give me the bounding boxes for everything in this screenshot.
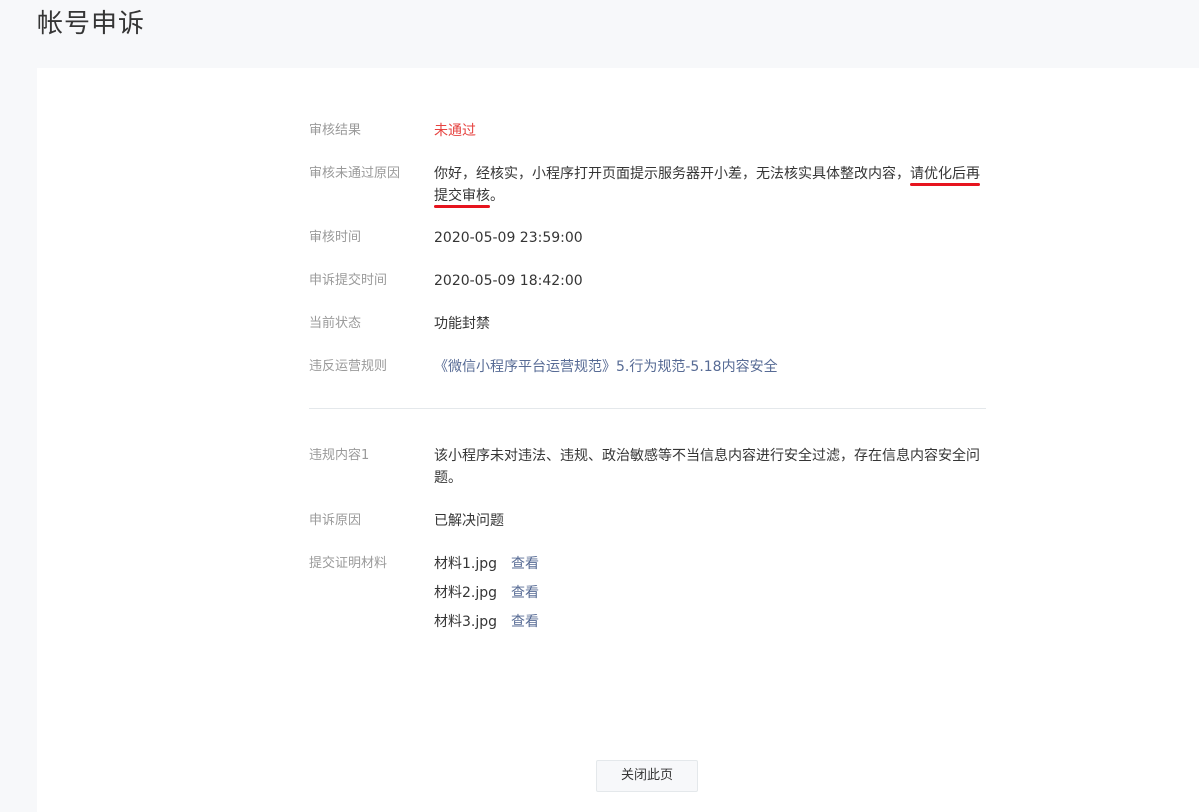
violated-rule-row: 违反运营规则 《微信小程序平台运营规范》5.行为规范-5.18内容安全 [309, 356, 989, 378]
review-reason-highlight-2: 提交审核 [434, 188, 490, 208]
appeal-reason-value: 已解决问题 [434, 513, 504, 529]
review-result-value: 未通过 [434, 123, 476, 139]
red-underline-annotation [434, 205, 490, 208]
review-reason-end: 。 [490, 188, 504, 204]
submit-time-row: 申诉提交时间 2020-05-09 18:42:00 [309, 270, 989, 292]
evidence-row: 提交证明材料 材料1.jpg 查看 材料2.jpg 查看 材料3.jpg 查看 [309, 553, 989, 633]
evidence-label: 提交证明材料 [309, 556, 388, 571]
appeal-reason-row: 申诉原因 已解决问题 [309, 510, 989, 532]
review-reason-value: 你好，经核实，小程序打开页面提示服务器开小差，无法核实具体整改内容，请优化后再提… [434, 163, 989, 208]
close-page-button[interactable]: 关闭此页 [596, 760, 698, 792]
violated-rule-label: 违反运营规则 [309, 359, 388, 374]
page-title: 帐号申诉 [37, 9, 146, 39]
red-underline-annotation [910, 183, 980, 186]
file-name: 材料3.jpg [434, 614, 498, 630]
violation-content-label: 违规内容1 [309, 448, 370, 463]
review-time-label: 审核时间 [309, 230, 362, 245]
highlight-text-1: 请优化后再 [910, 166, 980, 182]
evidence-file-list: 材料1.jpg 查看 材料2.jpg 查看 材料3.jpg 查看 [434, 553, 539, 633]
evidence-file-item: 材料2.jpg 查看 [434, 582, 539, 604]
submit-time-value: 2020-05-09 18:42:00 [434, 273, 583, 289]
review-time-row: 审核时间 2020-05-09 23:59:00 [309, 227, 989, 249]
file-name: 材料1.jpg [434, 556, 498, 572]
evidence-file-item: 材料1.jpg 查看 [434, 553, 539, 575]
violated-rule-link[interactable]: 《微信小程序平台运营规范》5.行为规范-5.18内容安全 [434, 356, 989, 378]
current-status-value: 功能封禁 [434, 316, 490, 332]
current-status-label: 当前状态 [309, 316, 362, 331]
violation-content-value: 该小程序未对违法、违规、政治敏感等不当信息内容进行安全过滤，存在信息内容安全问题… [434, 448, 980, 486]
review-reason-label: 审核未通过原因 [309, 166, 401, 181]
violation-content-row: 违规内容1 该小程序未对违法、违规、政治敏感等不当信息内容进行安全过滤，存在信息… [309, 445, 989, 489]
current-status-row: 当前状态 功能封禁 [309, 313, 989, 335]
submit-time-label: 申诉提交时间 [309, 273, 388, 288]
section-divider [309, 408, 986, 409]
view-file-link[interactable]: 查看 [511, 582, 539, 604]
evidence-file-item: 材料3.jpg 查看 [434, 611, 539, 633]
appeal-detail-panel: 审核结果 未通过 审核未通过原因 你好，经核实，小程序打开页面提示服务器开小差，… [37, 68, 1199, 812]
review-reason-text: 你好，经核实，小程序打开页面提示服务器开小差，无法核实具体整改内容， [434, 166, 910, 182]
review-reason-row: 审核未通过原因 你好，经核实，小程序打开页面提示服务器开小差，无法核实具体整改内… [309, 163, 989, 208]
review-result-label: 审核结果 [309, 123, 362, 138]
review-reason-highlight-1: 请优化后再 [910, 166, 980, 186]
view-file-link[interactable]: 查看 [511, 553, 539, 575]
file-name: 材料2.jpg [434, 585, 498, 601]
appeal-reason-label: 申诉原因 [309, 513, 362, 528]
view-file-link[interactable]: 查看 [511, 611, 539, 633]
highlight-text-2: 提交审核 [434, 188, 490, 204]
review-result-row: 审核结果 未通过 [309, 120, 989, 142]
review-time-value: 2020-05-09 23:59:00 [434, 230, 583, 246]
